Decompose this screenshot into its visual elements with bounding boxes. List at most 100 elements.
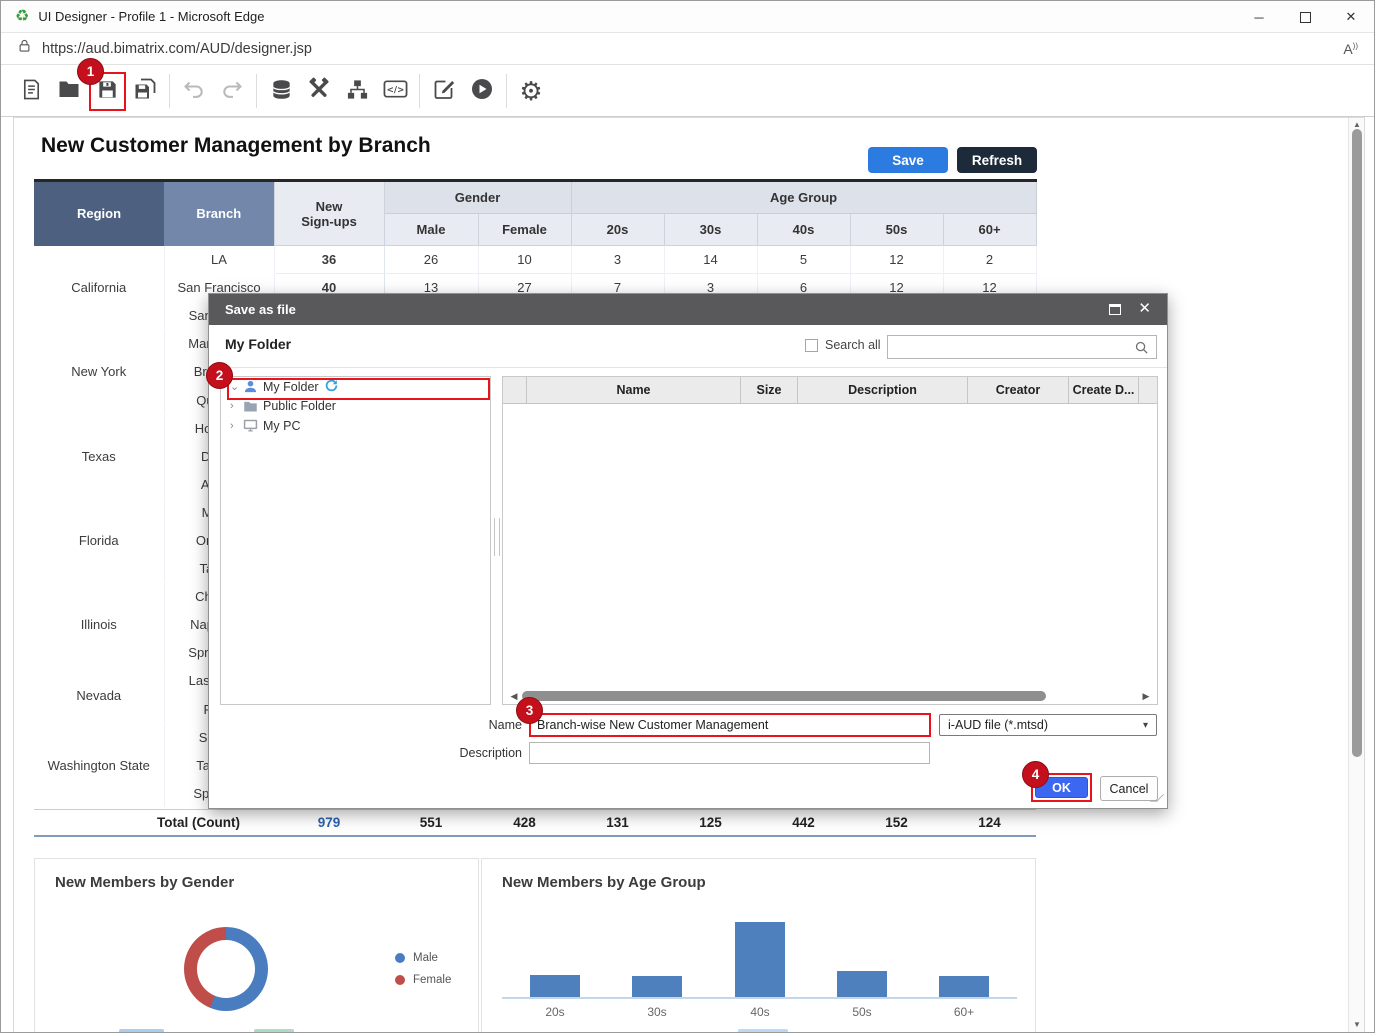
tree-item-label: My PC <box>263 419 301 433</box>
database-button[interactable] <box>262 72 300 110</box>
scroll-right-icon[interactable]: ▶ <box>1140 691 1152 702</box>
tree-item-my-pc[interactable]: › My PC <box>221 416 490 436</box>
tree-item-my-folder[interactable]: ⌄My Folder <box>221 377 490 397</box>
edit-button[interactable] <box>425 72 463 110</box>
region-cell: Florida <box>34 498 164 582</box>
chevron-right-icon[interactable]: › <box>230 400 243 412</box>
value-cell: 2 <box>943 246 1036 274</box>
col-header-age: 50s <box>850 214 943 246</box>
save-as-file-dialog: Save as file ✕ My Folder Search all ⌄My … <box>208 293 1168 809</box>
settings-icon: ⚙ <box>519 78 542 104</box>
description-input[interactable] <box>529 742 930 764</box>
chevron-down-icon[interactable]: ⌄ <box>230 380 243 393</box>
scrollbar-thumb[interactable] <box>1352 129 1362 757</box>
redo-button[interactable] <box>213 72 251 110</box>
gender-chart-card: New Members by Gender MaleFemale <box>34 858 479 1033</box>
refresh-icon[interactable] <box>325 379 338 395</box>
legend-item: Male <box>395 947 451 969</box>
scroll-left-icon[interactable]: ◀ <box>508 691 520 702</box>
region-cell: New York <box>34 330 164 414</box>
total-label: Total (Count) <box>34 815 274 830</box>
bar-40s <box>735 922 785 997</box>
table-total-row: Total (Count)979551428131125442152124 <box>34 809 1036 837</box>
open-folder-icon <box>57 77 81 104</box>
step-badge-2: 2 <box>206 362 233 389</box>
panel-splitter[interactable] <box>494 518 500 556</box>
file-list-column-header[interactable]: Name <box>527 377 741 403</box>
refresh-button[interactable]: Refresh <box>957 147 1037 173</box>
gender-chart-title: New Members by Gender <box>55 874 234 891</box>
file-list-column-header[interactable]: Size <box>741 377 798 403</box>
save-all-button[interactable] <box>126 72 164 110</box>
file-list-column-header[interactable] <box>1139 377 1157 403</box>
file-list-column-header[interactable] <box>503 377 527 403</box>
col-header-age: 20s <box>571 214 664 246</box>
read-aloud-icon[interactable]: A)) <box>1343 41 1358 57</box>
search-all-checkbox[interactable] <box>805 339 818 352</box>
toolbar-divider <box>256 74 257 108</box>
maximize-icon <box>1300 12 1311 23</box>
col-header-female: Female <box>478 214 571 246</box>
search-icon[interactable] <box>1134 340 1149 360</box>
file-name-input[interactable] <box>529 713 931 737</box>
file-list-column-header[interactable]: Create D... <box>1069 377 1139 403</box>
col-header-branch: Branch <box>164 181 274 246</box>
close-button[interactable]: ✕ <box>1328 1 1374 33</box>
branch-cell: LA <box>164 246 274 274</box>
svg-text:</>: </> <box>386 86 404 96</box>
chevron-right-icon[interactable]: › <box>230 420 243 432</box>
settings-button[interactable]: ⚙ <box>512 72 550 110</box>
region-cell: California <box>34 246 164 330</box>
scroll-down-icon[interactable]: ▼ <box>1349 1020 1365 1030</box>
run-button[interactable] <box>463 72 501 110</box>
table-row: CaliforniaLA3626103145122 <box>34 246 1036 274</box>
sitemap-button[interactable] <box>338 72 376 110</box>
col-header-signups: NewSign-ups <box>274 181 384 246</box>
page-vertical-scrollbar[interactable]: ▲ ▼ <box>1348 118 1364 1032</box>
description-field-label: Description <box>442 746 522 760</box>
code-editor-button[interactable]: </> <box>376 72 414 110</box>
value-cell: 3 <box>571 246 664 274</box>
tools-button[interactable] <box>300 72 338 110</box>
col-header-region: Region <box>34 181 164 246</box>
legend-label: Male <box>413 952 438 964</box>
minimize-button[interactable]: ─ <box>1236 1 1282 33</box>
bar-label: 40s <box>730 1005 790 1019</box>
x-axis-line <box>502 997 1017 999</box>
dialog-maximize-icon[interactable] <box>1109 304 1121 315</box>
cancel-button[interactable]: Cancel <box>1100 776 1158 801</box>
new-document-button[interactable] <box>12 72 50 110</box>
dialog-titlebar[interactable]: Save as file ✕ <box>209 294 1167 325</box>
file-list-column-header[interactable]: Creator <box>968 377 1069 403</box>
sitemap-icon <box>346 78 369 104</box>
col-header-age: 30s <box>664 214 757 246</box>
address-bar[interactable]: https://aud.bimatrix.com/AUD/designer.js… <box>1 33 1374 65</box>
pc-icon <box>243 418 263 433</box>
tree-item-public-folder[interactable]: ›Public Folder <box>221 397 490 417</box>
value-cell: 12 <box>850 246 943 274</box>
search-all-label: Search all <box>825 338 881 352</box>
file-list-horizontal-scrollbar[interactable]: ◀ ▶ <box>506 690 1154 702</box>
file-type-select[interactable]: i-AUD file (*.mtsd) ▾ <box>939 714 1157 736</box>
hscrollbar-thumb[interactable] <box>522 691 1046 701</box>
bar-30s <box>632 976 682 997</box>
save-button[interactable]: Save <box>868 147 948 173</box>
bar-label: 20s <box>525 1005 585 1019</box>
new-document-icon <box>20 78 43 104</box>
total-value: 125 <box>664 815 757 830</box>
dialog-close-icon[interactable]: ✕ <box>1138 299 1151 317</box>
toolbar-divider <box>169 74 170 108</box>
file-list-column-header[interactable]: Description <box>798 377 968 403</box>
code-editor-icon: </> <box>383 77 408 104</box>
undo-icon <box>182 77 206 104</box>
value-cell: 14 <box>664 246 757 274</box>
search-input[interactable] <box>887 335 1157 359</box>
col-header-age: 60+ <box>943 214 1036 246</box>
current-folder-label: My Folder <box>225 336 291 352</box>
bar-label: 30s <box>627 1005 687 1019</box>
value-cell: 5 <box>757 246 850 274</box>
undo-button[interactable] <box>175 72 213 110</box>
gender-donut-chart <box>184 927 268 1011</box>
maximize-button[interactable] <box>1282 1 1328 33</box>
redo-icon <box>220 77 244 104</box>
